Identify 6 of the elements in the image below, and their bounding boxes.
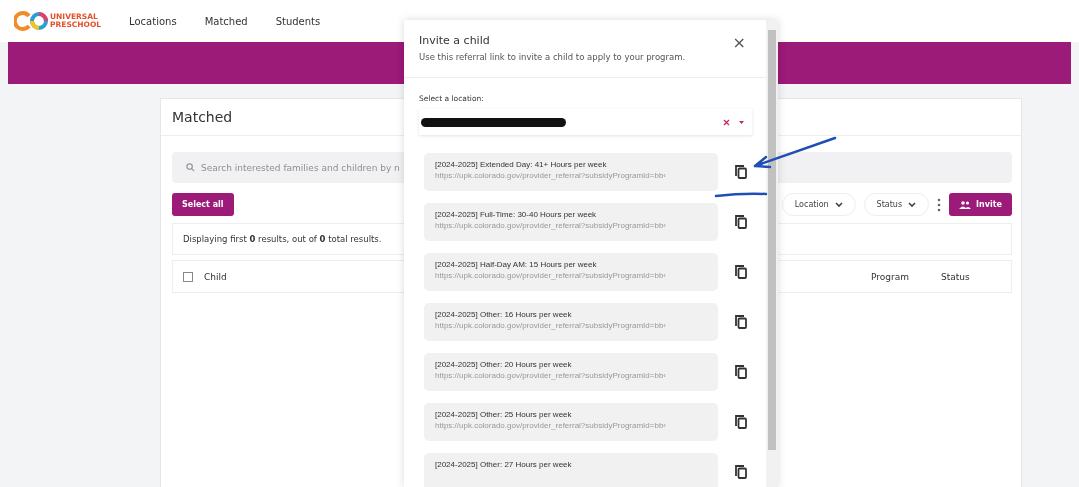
dialog-subtitle: Use this referral link to invite a child to apply to your program. [419, 52, 686, 62]
results-text: Displaying first 0 results, out of 0 total results. [183, 234, 382, 244]
column-header: Child [204, 271, 227, 282]
column-header: Status [941, 271, 970, 282]
column-header: Program [871, 271, 909, 282]
dialog-title: Invite a child [419, 34, 491, 47]
